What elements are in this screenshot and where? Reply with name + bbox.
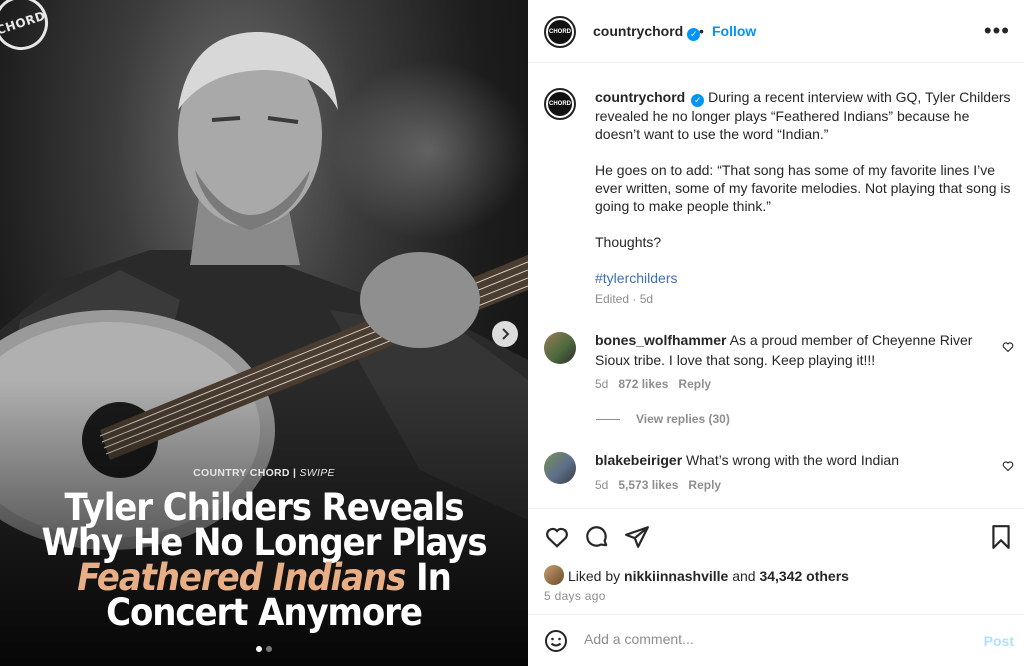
heart-icon[interactable] <box>1002 460 1014 472</box>
liked-by-and: and <box>728 568 760 584</box>
carousel-dots <box>0 646 528 652</box>
headline-line-1: Tyler Childers Reveals <box>64 486 465 529</box>
header-username[interactable]: countrychord ✓ <box>593 23 701 41</box>
liked-by-count[interactable]: 34,342 others <box>759 568 849 584</box>
heart-icon[interactable] <box>1002 341 1014 353</box>
caption-avatar[interactable]: CHORD <box>544 88 576 120</box>
headline-line-4: Concert Anymore <box>106 591 423 634</box>
more-options-icon[interactable]: ••• <box>984 18 1010 44</box>
edited-timestamp: Edited · 5d <box>595 292 654 306</box>
view-replies-button[interactable]: View replies (30) <box>596 412 730 426</box>
commenter-username[interactable]: bones_wolfhammer <box>595 332 726 348</box>
comment-age: 5d <box>595 377 609 391</box>
next-slide-button[interactable] <box>492 321 518 347</box>
headline-line-3: Feathered Indians In <box>21 559 507 596</box>
profile-avatar[interactable]: CHORD <box>544 16 576 48</box>
comment-input[interactable] <box>584 631 964 647</box>
caption-username[interactable]: countrychord <box>595 89 685 105</box>
comment-age: 5d <box>595 478 609 492</box>
comment-bubble-icon[interactable] <box>584 524 610 550</box>
commenter-avatar[interactable] <box>544 452 576 484</box>
comment-text: blakebeiriger What’s wrong with the word… <box>595 450 975 470</box>
reply-button[interactable]: Reply <box>688 478 721 492</box>
swipe-label-action: SWIPE <box>299 467 335 479</box>
commenter-username[interactable]: blakebeiriger <box>595 452 682 468</box>
reply-button[interactable]: Reply <box>678 377 711 391</box>
liked-by-prefix: Liked by <box>568 568 625 584</box>
post-header: CHORD countrychord ✓ • Follow ••• <box>528 0 1024 63</box>
comment-body: What’s wrong with the word Indian <box>686 452 900 468</box>
comment-box: Post <box>528 614 1024 666</box>
liked-by-text: Liked by nikkiinnashville and 34,342 oth… <box>568 568 849 584</box>
replies-divider-line <box>596 419 620 421</box>
carousel-dot-1[interactable] <box>256 646 262 652</box>
headline-line-2: Why He No Longer Plays <box>41 521 487 564</box>
commenter-avatar[interactable] <box>544 332 576 364</box>
liked-by-avatar[interactable] <box>544 565 564 585</box>
share-paper-plane-icon[interactable] <box>624 524 650 550</box>
header-username-text: countrychord <box>593 23 684 39</box>
caption-paragraph-3: Thoughts? <box>595 234 662 250</box>
verified-badge-icon: ✓ <box>691 94 705 107</box>
post-panel: CHORD countrychord ✓ • Follow ••• CHORD c… <box>528 0 1024 666</box>
chevron-right-icon <box>502 328 510 340</box>
comment-likes[interactable]: 5,573 likes <box>618 478 678 492</box>
caption-text: countrychord ✓ During a recent interview … <box>595 88 1017 305</box>
header-bullet: • <box>699 23 704 39</box>
avatar-logo: CHORD <box>548 20 572 44</box>
caption-paragraph-2: He goes on to add: “That song has some o… <box>595 162 1011 214</box>
actions-bar: Liked by nikkiinnashville and 34,342 oth… <box>528 508 1024 622</box>
post-media[interactable]: CHORD COUNTRY CHORD | SWIPE Tyler Childe… <box>0 0 528 666</box>
liked-by-user[interactable]: nikkiinnashville <box>624 568 728 584</box>
swipe-label-brand: COUNTRY CHORD | <box>193 467 300 479</box>
comment-meta: 5d 5,573 likes Reply <box>595 478 721 492</box>
follow-button[interactable]: Follow <box>712 23 756 39</box>
emoji-smiley-icon[interactable] <box>544 629 568 653</box>
comment-meta: 5d 872 likes Reply <box>595 377 711 391</box>
view-replies-label: View replies (30) <box>636 412 730 426</box>
like-heart-icon[interactable] <box>544 524 570 550</box>
hashtag-link[interactable]: #tylerchilders <box>595 270 677 286</box>
post-time-ago[interactable]: 5 days ago <box>544 589 606 603</box>
post-comment-button[interactable]: Post <box>984 633 1014 649</box>
carousel-dot-2[interactable] <box>266 646 272 652</box>
swipe-label: COUNTRY CHORD | SWIPE <box>0 467 528 479</box>
comment-text: bones_wolfhammer As a proud member of Ch… <box>595 330 975 370</box>
headline: Tyler Childers Reveals Why He No Longer … <box>21 486 507 634</box>
comment-likes[interactable]: 872 likes <box>618 377 668 391</box>
caption-avatar-logo: CHORD <box>548 92 572 116</box>
bookmark-icon[interactable] <box>988 524 1014 550</box>
